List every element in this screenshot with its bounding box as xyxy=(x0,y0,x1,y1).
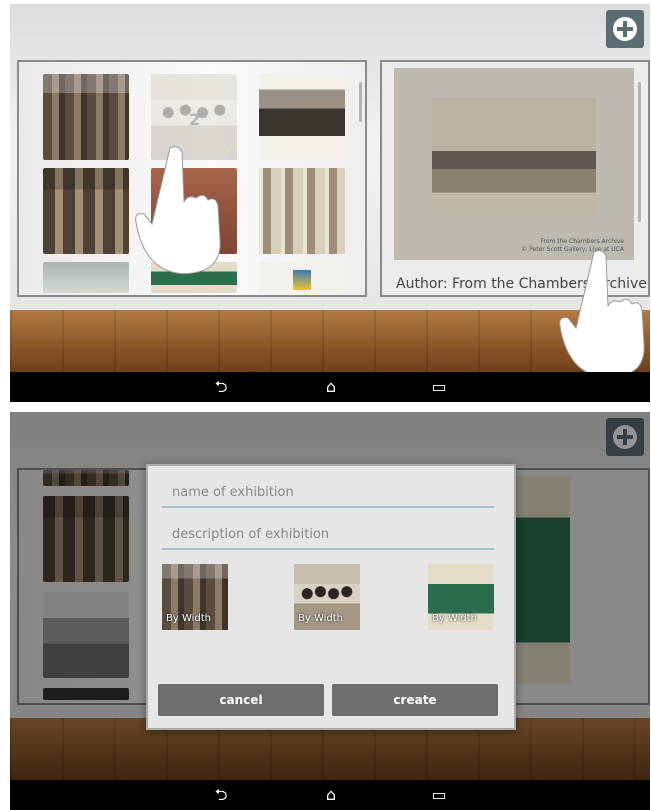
wooden-floor xyxy=(10,310,650,374)
grid-thumbnail[interactable] xyxy=(43,74,129,160)
grid-thumbnail[interactable] xyxy=(43,262,129,293)
home-icon[interactable]: ⌂ xyxy=(318,378,344,396)
create-button[interactable]: create xyxy=(332,684,498,716)
grid-thumbnail[interactable] xyxy=(259,74,345,160)
android-nav-bar: ⮌ ⌂ ▭ xyxy=(10,372,650,402)
exhibition-thumbnail[interactable]: By Width xyxy=(428,564,494,630)
home-icon[interactable]: ⌂ xyxy=(318,786,344,804)
thumbnail-label: By Width xyxy=(432,613,478,624)
grid-scrollbar[interactable] xyxy=(359,82,362,122)
preview-photo xyxy=(432,98,596,216)
create-exhibition-dialog: name of exhibition description of exhibi… xyxy=(146,464,516,730)
exhibition-name-input[interactable]: name of exhibition xyxy=(162,478,494,508)
photo-caption-line: From the Chambers Archive xyxy=(540,238,625,245)
grid-thumbnail[interactable] xyxy=(259,168,345,254)
hand-pointer-icon xyxy=(559,250,645,379)
plus-icon xyxy=(613,17,637,41)
thumbnail-label: By Width xyxy=(298,613,344,624)
grid-thumbnail[interactable] xyxy=(259,262,345,293)
exhibition-thumbnail[interactable]: By Width xyxy=(162,564,228,630)
back-icon[interactable]: ⮌ xyxy=(208,378,234,396)
recents-icon[interactable]: ▭ xyxy=(426,786,452,804)
screenshot-create-exhibition: name of exhibition description of exhibi… xyxy=(10,412,650,810)
grid-thumbnail[interactable] xyxy=(43,168,129,254)
add-exhibition-button[interactable] xyxy=(606,10,644,48)
hand-pointer-icon xyxy=(135,146,221,274)
photo-mount: From the Chambers Archive © Peter Scott … xyxy=(394,68,634,260)
exhibition-thumbnail[interactable]: By Width xyxy=(294,564,360,630)
thumbnail-label: By Width xyxy=(166,613,212,624)
exhibition-description-input[interactable]: description of exhibition xyxy=(162,520,494,550)
selection-number: 2 xyxy=(189,110,201,129)
back-icon[interactable]: ⮌ xyxy=(208,786,234,804)
android-nav-bar: ⮌ ⌂ ▭ xyxy=(10,780,650,810)
screenshot-gallery-selection: 2 ✓ From the Chambers Archive © Peter Sc… xyxy=(10,4,650,402)
recents-icon[interactable]: ▭ xyxy=(426,378,452,396)
preview-scrollbar[interactable] xyxy=(638,82,641,222)
cancel-button[interactable]: cancel xyxy=(158,684,324,716)
